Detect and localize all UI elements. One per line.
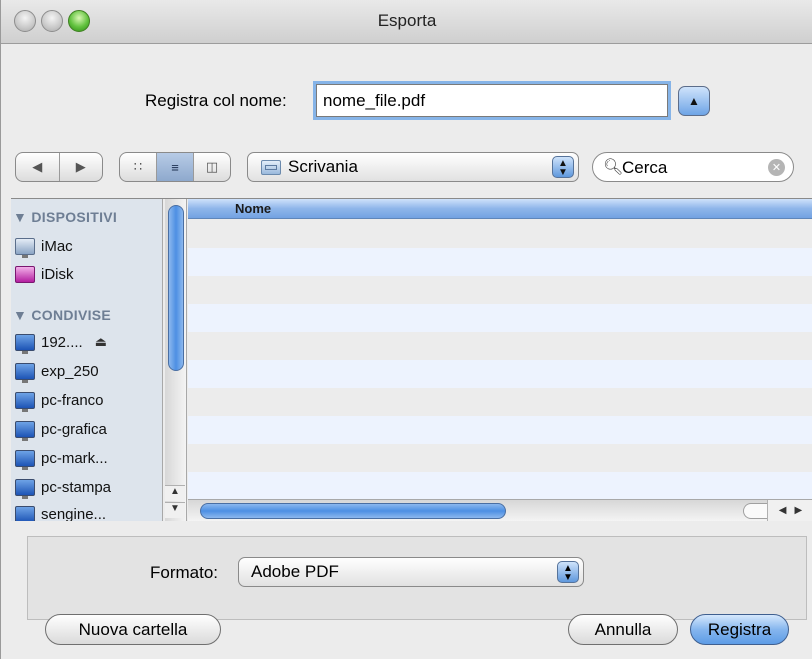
sidebar-item-label: iMac [41,237,73,255]
sidebar-heading-shared: ▼ CONDIVISE [13,307,112,323]
sidebar-item-label: pc-franco [41,391,104,409]
sidebar-item-label: pc-stampa [41,478,112,496]
sidebar-scrollbar[interactable]: ▲ ▼ [165,199,187,521]
save-button[interactable]: Registra [690,614,789,645]
network-computer-icon [15,420,35,441]
list-row [188,332,812,360]
back-button[interactable]: ◀ [16,153,60,181]
cancel-button[interactable]: Annulla [568,614,678,645]
column-header-name[interactable]: Nome [188,199,812,219]
scroll-track-end [743,503,767,519]
file-name-input[interactable] [316,84,668,117]
file-browser: ▼ DISPOSITIVI iMac iDisk ▼ CONDIVISE 192… [11,198,812,521]
list-row [188,416,812,444]
sidebar-item-192[interactable]: 192.... ⏏ [15,330,107,354]
scroll-left-arrow-icon[interactable]: ◀ [779,505,787,516]
sidebar-item-sengine[interactable]: sengine... [15,502,106,521]
sidebar-item-imac[interactable]: iMac [15,234,73,258]
file-list[interactable]: Nome [188,199,812,499]
column-header-label: Nome [235,201,272,216]
list-row [188,360,812,388]
export-dialog: Esporta Registra col nome: ▲ ◀ ▶ ∷ ≡ ◫ S… [0,0,812,659]
format-value: Adobe PDF [251,562,339,581]
network-computer-icon [15,391,35,412]
forward-arrow-icon: ▶ [75,159,86,174]
horizontal-scroll-arrows[interactable]: ◀ ▶ [767,500,812,521]
new-folder-button[interactable]: Nuova cartella [45,614,221,645]
idisk-icon [15,265,35,283]
list-row [188,388,812,416]
network-computer-icon [15,362,35,383]
popup-arrows-icon: ▲ ▼ [552,156,574,178]
search-field[interactable]: 🔍︎ Cerca ✕ [592,152,794,182]
list-view-button[interactable]: ≡ [157,153,194,181]
scroll-up-arrow-icon[interactable]: ▲ [165,485,185,501]
column-view-button[interactable]: ◫ [194,153,230,181]
icon-grid-icon: ∷ [133,159,143,174]
sidebar-item-label: exp_250 [41,362,99,380]
location-popup[interactable]: Scrivania ▲ ▼ [247,152,579,182]
eject-icon[interactable]: ⏏ [95,334,107,350]
save-as-label: Registra col nome: [145,91,287,110]
location-value: Scrivania [288,157,358,176]
sidebar-item-label: iDisk [41,265,74,283]
format-label: Formato: [150,563,219,582]
network-computer-icon [15,333,35,354]
sidebar-item-pc-grafica[interactable]: pc-grafica [15,417,107,441]
search-icon: 🔍︎ [603,159,624,176]
sidebar-item-pc-mark[interactable]: pc-mark... [15,446,108,470]
triangle-up-icon: ▲ [688,94,700,108]
search-placeholder: Cerca [622,158,668,177]
horizontal-scroll-thumb[interactable] [200,503,506,519]
back-arrow-icon: ◀ [32,159,43,174]
network-computer-icon [15,505,35,521]
back-forward-control: ◀ ▶ [15,152,103,182]
scroll-right-arrow-icon[interactable]: ▶ [795,505,803,516]
imac-icon [15,237,35,258]
popup-arrows-icon: ▲ ▼ [557,561,579,583]
scroll-down-arrow-icon[interactable]: ▼ [165,502,185,518]
list-row [188,304,812,332]
clear-search-icon[interactable]: ✕ [768,159,785,176]
sidebar-item-label: pc-mark... [41,449,108,467]
list-lines-icon: ≡ [171,159,179,175]
folder-icon [261,160,281,175]
sidebar-item-pc-franco[interactable]: pc-franco [15,388,104,412]
sidebar-item-idisk[interactable]: iDisk [15,262,74,286]
list-row [188,248,812,276]
list-row [188,472,812,499]
format-accessory-panel: Formato: Adobe PDF ▲ ▼ [27,536,807,620]
icon-view-button[interactable]: ∷ [120,153,157,181]
sidebar-item-exp-250[interactable]: exp_250 [15,359,99,383]
sidebar-item-label: pc-grafica [41,420,107,438]
list-row [188,444,812,472]
collapse-dialog-button[interactable]: ▲ [678,86,710,116]
sidebar-scroll-thumb[interactable] [168,205,184,371]
window-title: Esporta [377,11,437,30]
view-mode-control: ∷ ≡ ◫ [119,152,231,182]
sidebar-heading-devices: ▼ DISPOSITIVI [13,209,118,225]
sidebar-item-pc-stampa[interactable]: pc-stampa [15,475,111,499]
list-row [188,276,812,304]
format-popup[interactable]: Adobe PDF ▲ ▼ [238,557,584,587]
forward-button[interactable]: ▶ [60,153,103,181]
sidebar-item-label: sengine... [41,505,107,522]
sidebar: ▼ DISPOSITIVI iMac iDisk ▼ CONDIVISE 192… [11,199,163,521]
list-row [188,220,812,248]
network-computer-icon [15,478,35,499]
sidebar-item-label: 192.... [41,333,83,351]
network-computer-icon [15,449,35,470]
columns-icon: ◫ [205,159,219,174]
horizontal-scrollbar[interactable]: ◀ ▶ [188,499,812,521]
title-bar: Esporta [1,0,812,44]
